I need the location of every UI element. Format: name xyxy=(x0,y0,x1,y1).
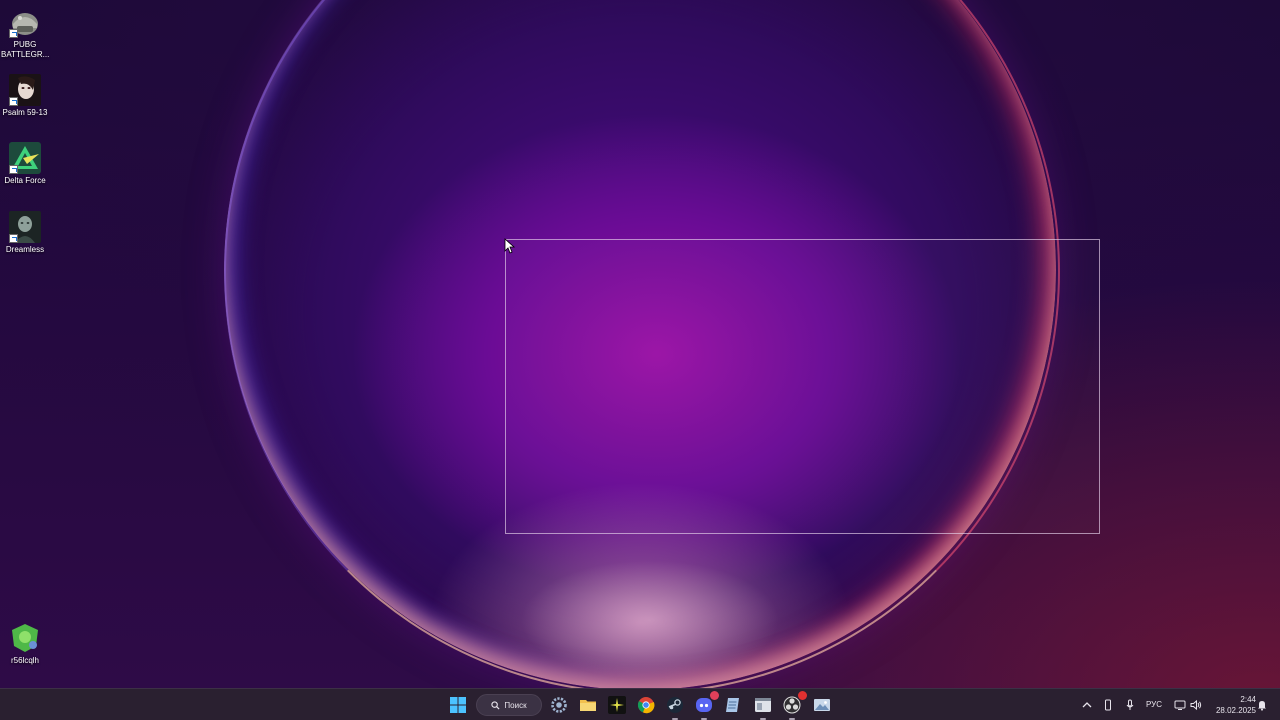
taskbar-obs-button[interactable] xyxy=(780,691,807,720)
shortcut-arrow-icon xyxy=(9,165,18,174)
tray-microphone-button[interactable] xyxy=(1123,698,1137,712)
desktop-icon-label: Delta Force xyxy=(4,176,46,185)
microphone-icon xyxy=(1126,699,1134,710)
show-hidden-icons-button[interactable] xyxy=(1080,698,1094,712)
phone-link-icon xyxy=(1105,699,1111,711)
steam-icon xyxy=(667,697,683,713)
file-explorer-icon xyxy=(580,700,596,711)
taskbar-notepad-button[interactable] xyxy=(721,693,745,717)
spark-app-icon xyxy=(608,696,626,714)
start-button[interactable] xyxy=(446,693,470,717)
clock-date: 28.02.2025 xyxy=(1215,706,1256,715)
windows-start-icon xyxy=(450,697,466,713)
taskbar-photos-button[interactable] xyxy=(810,693,834,717)
taskbar-chrome-button[interactable] xyxy=(634,693,658,717)
tray-network-button[interactable] xyxy=(1173,698,1187,712)
chrome-icon xyxy=(637,697,655,714)
search-label: Поиск xyxy=(504,700,527,710)
window-app-icon xyxy=(755,698,771,712)
shortcut-arrow-icon xyxy=(9,97,18,106)
tray-volume-button[interactable] xyxy=(1189,698,1203,712)
bell-icon xyxy=(1258,701,1266,711)
desktop-icon-r56lcqlh[interactable]: r56lcqlh xyxy=(0,622,50,666)
wallpaper-glare xyxy=(520,560,780,680)
recording-badge xyxy=(798,691,807,700)
shortcut-arrow-icon xyxy=(9,234,18,243)
drag-selection-rectangle xyxy=(505,239,1100,534)
network-icon xyxy=(1174,700,1186,710)
desktop-icon-dreamless[interactable]: Dreamless xyxy=(0,211,50,255)
taskbar-settings-button[interactable] xyxy=(547,693,571,717)
r56lcqlh-app-icon xyxy=(9,622,41,654)
tray-device-button[interactable] xyxy=(1101,698,1115,712)
psalm-game-icon xyxy=(9,74,41,106)
taskbar-discord-button[interactable] xyxy=(692,691,719,720)
desktop-icon-label: r56lcqlh xyxy=(10,656,39,665)
desktop-icon-label: Dreamless xyxy=(5,245,45,254)
settings-gear-icon xyxy=(551,697,567,713)
notification-badge xyxy=(710,691,719,700)
taskbar-spark-app-button[interactable] xyxy=(605,693,629,717)
chevron-up-icon xyxy=(1082,702,1092,708)
taskbar-steam-button[interactable] xyxy=(663,693,687,720)
photos-icon xyxy=(814,699,830,711)
discord-icon xyxy=(696,698,712,712)
desktop-icon-label: PUBG BATTLEGR... xyxy=(1,40,50,59)
clock-time: 2:44 xyxy=(1240,695,1256,704)
taskbar: Поиск РУС 2:44 28.02.2025 xyxy=(0,688,1280,720)
search-icon xyxy=(491,700,500,710)
desktop-icon-pubg[interactable]: PUBG BATTLEGR... xyxy=(0,6,50,60)
desktop-icon-psalm[interactable]: Psalm 59-13 xyxy=(0,74,50,118)
notepad-icon xyxy=(726,698,739,712)
desktop-icon-label: Psalm 59-13 xyxy=(2,108,48,117)
taskbar-clock[interactable]: 2:44 28.02.2025 xyxy=(1206,694,1256,716)
notifications-button[interactable] xyxy=(1255,698,1269,712)
speaker-icon xyxy=(1190,699,1202,711)
delta-force-icon xyxy=(9,142,41,174)
input-language-indicator[interactable]: РУС xyxy=(1146,700,1162,709)
taskbar-search-button[interactable]: Поиск xyxy=(476,694,542,716)
dreamless-game-icon xyxy=(9,211,41,243)
pubg-helmet-icon xyxy=(9,6,41,38)
taskbar-file-explorer-button[interactable] xyxy=(576,693,600,717)
desktop-icon-delta-force[interactable]: Delta Force xyxy=(0,142,50,186)
taskbar-window-app-button[interactable] xyxy=(751,693,775,720)
obs-icon xyxy=(783,696,801,714)
mouse-cursor-icon xyxy=(504,238,516,254)
shortcut-arrow-icon xyxy=(9,29,18,38)
